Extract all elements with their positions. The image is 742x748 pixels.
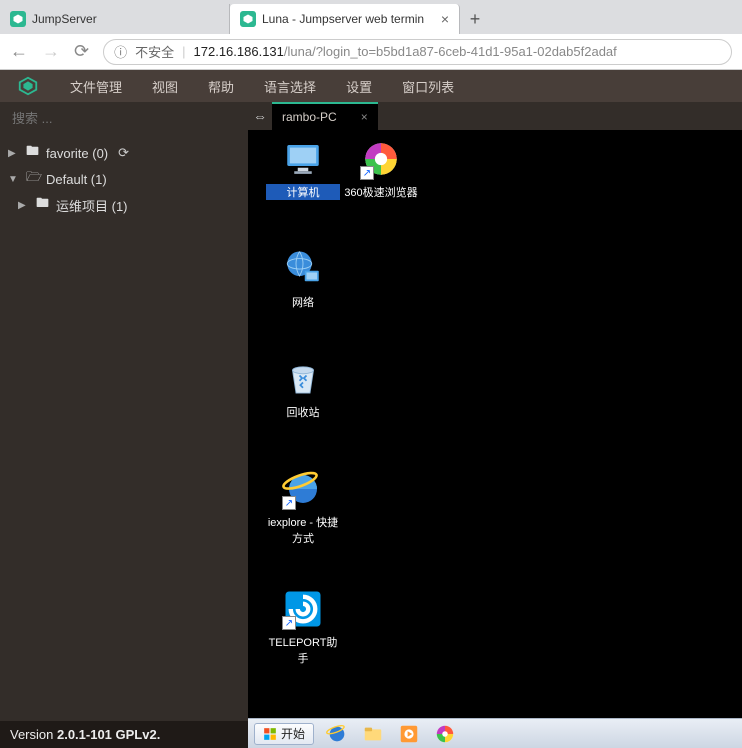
version-prefix: Version	[10, 727, 57, 742]
menu-file[interactable]: 文件管理	[70, 77, 122, 96]
insecure-badge: 不安全	[135, 42, 174, 61]
icon-label: 网络	[266, 294, 340, 310]
windows-taskbar: 开始	[248, 718, 742, 748]
chevron-right-icon: ▶	[18, 200, 30, 211]
desktop-icon-360[interactable]: ↗ 360极速浏览器	[344, 138, 418, 200]
refresh-icon[interactable]: ⟳	[118, 145, 129, 161]
tree-default[interactable]: ▼ 🗁 Default (1)	[0, 166, 248, 192]
folder-open-icon: 🗁	[26, 168, 40, 190]
search-input[interactable]	[12, 111, 236, 126]
browser-tab-jumpserver[interactable]: JumpServer	[0, 4, 230, 34]
back-button[interactable]: ←	[10, 41, 28, 62]
shortcut-arrow-icon: ↗	[360, 166, 374, 180]
address-bar: ← → ⟳ ⓘ 不安全 | 172.16.186.131/luna/?login…	[0, 34, 742, 70]
desktop-icon-recycle[interactable]: 回收站	[266, 358, 340, 420]
start-button[interactable]: 开始	[254, 723, 314, 745]
folder-icon: 🖿	[36, 194, 50, 216]
desktop-icon-teleport[interactable]: ↗ TELEPORT助手	[266, 588, 340, 666]
taskbar-explorer-icon[interactable]	[360, 723, 386, 745]
browser-360-icon: ↗	[360, 138, 402, 180]
icon-label: iexplore - 快捷方式	[266, 514, 340, 546]
tree-label: favorite (0)	[46, 146, 108, 161]
url-path: /luna/?login_to=b5bd1a87-6ceb-41d1-95a1-…	[284, 44, 617, 59]
chevron-down-icon: ▼	[8, 174, 20, 185]
icon-label: 360极速浏览器	[344, 184, 418, 200]
menu-language[interactable]: 语言选择	[264, 77, 316, 96]
taskbar-media-player-icon[interactable]	[396, 723, 422, 745]
computer-icon	[282, 138, 324, 180]
folder-icon: 🖿	[26, 142, 40, 164]
windows-logo-icon	[263, 727, 277, 741]
taskbar-360-icon[interactable]	[432, 723, 458, 745]
version-text: 2.0.1-101 GPLv2.	[57, 727, 160, 742]
forward-button[interactable]: →	[42, 41, 60, 62]
network-icon	[282, 248, 324, 290]
app-logo-icon[interactable]	[16, 74, 40, 98]
version-footer: Version 2.0.1-101 GPLv2.	[0, 721, 248, 748]
close-icon[interactable]: ×	[441, 11, 449, 27]
content-area: ⇔ rambo-PC × 计算机 ↗	[248, 102, 742, 748]
taskbar-ie-icon[interactable]	[324, 723, 350, 745]
tree-project[interactable]: ▶ 🖿 运维项目 (1)	[0, 192, 248, 218]
url-box[interactable]: ⓘ 不安全 | 172.16.186.131/luna/?login_to=b5…	[103, 39, 732, 65]
session-tab[interactable]: rambo-PC ×	[272, 102, 378, 130]
shortcut-arrow-icon: ↗	[282, 616, 296, 630]
asset-tree: ▶ 🖿 favorite (0) ⟳ ▼ 🗁 Default (1) ▶ 🖿 运…	[0, 134, 248, 721]
chevron-right-icon: ▶	[8, 148, 20, 159]
session-tab-bar: ⇔ rambo-PC ×	[248, 102, 742, 130]
jumpserver-icon	[10, 11, 26, 27]
desktop-icon-ie[interactable]: ↗ iexplore - 快捷方式	[266, 468, 340, 546]
shortcut-arrow-icon: ↗	[282, 496, 296, 510]
browser-tab-luna[interactable]: Luna - Jumpserver web termin ×	[230, 4, 460, 34]
menu-settings[interactable]: 设置	[346, 77, 372, 96]
teleport-icon: ↗	[282, 588, 324, 630]
menu-windows[interactable]: 窗口列表	[402, 77, 454, 96]
icon-label: 回收站	[266, 404, 340, 420]
session-tab-title: rambo-PC	[282, 110, 337, 124]
remote-desktop[interactable]: 计算机 ↗ 360极速浏览器 网络	[248, 130, 742, 748]
sidebar-search	[0, 102, 248, 134]
close-icon[interactable]: ×	[361, 110, 368, 124]
info-icon[interactable]: ⓘ	[114, 42, 127, 61]
new-tab-button[interactable]: +	[460, 4, 490, 34]
browser-tab-strip: JumpServer Luna - Jumpserver web termin …	[0, 0, 742, 34]
sidebar: ▶ 🖿 favorite (0) ⟳ ▼ 🗁 Default (1) ▶ 🖿 运…	[0, 102, 248, 748]
tree-label: 运维项目 (1)	[56, 196, 128, 215]
desktop-icon-computer[interactable]: 计算机	[266, 138, 340, 200]
jumpserver-icon	[240, 11, 256, 27]
internet-explorer-icon: ↗	[282, 468, 324, 510]
drag-handle-icon[interactable]: ⇔	[248, 102, 272, 130]
icon-label: 计算机	[266, 184, 340, 200]
reload-button[interactable]: ⟳	[74, 41, 89, 62]
url-host: 172.16.186.131	[194, 44, 284, 59]
menu-view[interactable]: 视图	[152, 77, 178, 96]
app-menubar: 文件管理 视图 帮助 语言选择 设置 窗口列表	[0, 70, 742, 102]
icon-label: TELEPORT助手	[266, 634, 340, 666]
recycle-bin-icon	[282, 358, 324, 400]
tree-label: Default (1)	[46, 172, 107, 187]
tab-title: JumpServer	[32, 12, 219, 26]
tree-favorite[interactable]: ▶ 🖿 favorite (0) ⟳	[0, 140, 248, 166]
menu-help[interactable]: 帮助	[208, 77, 234, 96]
tab-title: Luna - Jumpserver web termin	[262, 12, 435, 26]
start-label: 开始	[281, 725, 305, 742]
desktop-icon-network[interactable]: 网络	[266, 248, 340, 310]
